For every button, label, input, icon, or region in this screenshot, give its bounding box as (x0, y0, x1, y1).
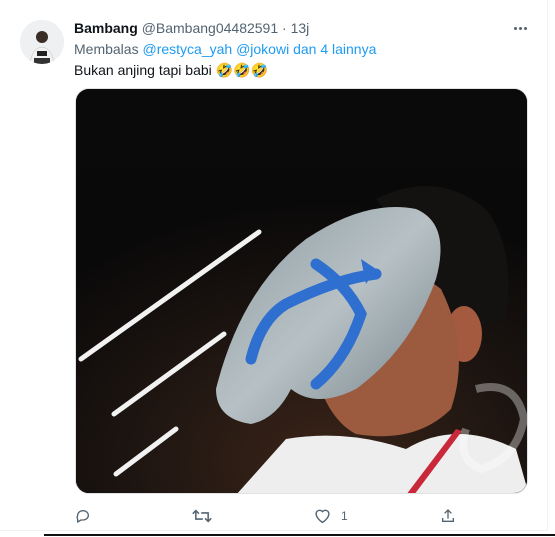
timestamp[interactable]: 13j (291, 20, 310, 36)
avatar[interactable] (20, 20, 64, 64)
retweet-button[interactable] (192, 505, 212, 527)
mention-others[interactable]: dan 4 lainnya (293, 41, 376, 57)
separator-dot: · (282, 20, 287, 36)
tweet-text: Bukan anjing tapi babi 🤣🤣🤣 (74, 62, 268, 78)
meme-photo (76, 89, 527, 493)
share-button[interactable] (440, 505, 456, 527)
tweet-header: Bambang @Bambang04482591 · 13j (74, 19, 309, 37)
tweet-image[interactable] (75, 88, 528, 494)
reply-icon (76, 510, 89, 523)
mention-jokowi[interactable]: @jokowi (236, 41, 289, 57)
heart-icon (315, 509, 330, 524)
reply-button[interactable] (75, 505, 91, 527)
user-handle[interactable]: @Bambang04482591 (142, 20, 278, 36)
like-count: 1 (341, 509, 348, 523)
tweet-card[interactable]: Bambang @Bambang04482591 · 13j Membalas … (0, 0, 548, 531)
reply-context: Membalas @restyca_yah @jokowi dan 4 lain… (74, 40, 376, 58)
retweet-icon (192, 509, 212, 523)
reply-prefix: Membalas (74, 41, 139, 57)
bottom-divider (44, 534, 555, 536)
avatar-image (20, 20, 64, 64)
share-icon (442, 509, 454, 522)
mention-restyca[interactable]: @restyca_yah (142, 41, 232, 57)
display-name[interactable]: Bambang (74, 20, 138, 36)
more-icon[interactable] (509, 18, 531, 38)
like-button[interactable]: 1 (314, 505, 348, 527)
tweet-actions: 1 (0, 505, 548, 527)
